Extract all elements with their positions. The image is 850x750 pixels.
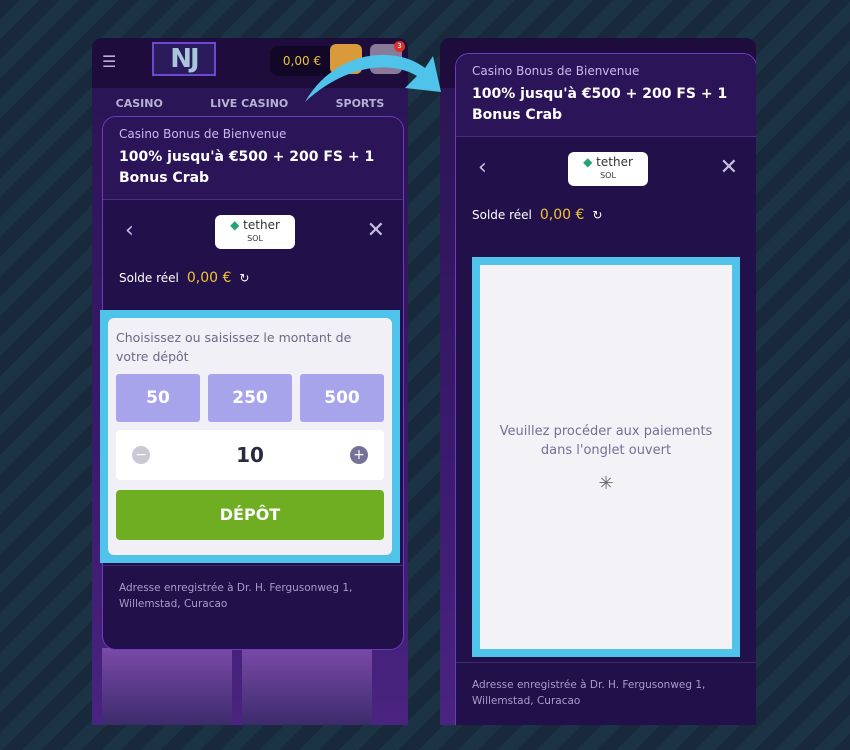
deposit-form: Choisissez ou saisissez le montant de vo… xyxy=(108,318,392,555)
logo[interactable]: NJ xyxy=(152,42,216,76)
solde-label: Solde réel xyxy=(472,208,532,222)
back-chevron-icon[interactable]: ‹ xyxy=(125,218,134,243)
menu-search-icon[interactable]: ☰ xyxy=(102,52,116,71)
payment-iframe: Veuillez procéder aux paiements dans l'o… xyxy=(480,265,732,649)
highlight-box: Veuillez procéder aux paiements dans l'o… xyxy=(472,257,740,657)
arrow-icon xyxy=(305,54,441,102)
solde-label: Solde réel xyxy=(119,271,179,285)
bonus-subtitle: Casino Bonus de Bienvenue xyxy=(119,127,287,141)
close-icon[interactable]: ✕ xyxy=(720,155,738,180)
address-text: Adresse enregistrée à Dr. H. Fergusonweg… xyxy=(456,662,756,723)
amount-500-button[interactable]: 500 xyxy=(300,374,384,422)
loading-spinner-icon: ✳ xyxy=(598,472,614,494)
bonus-title: 100% jusqu'à €500 + 200 FS + 1 Bonus Cra… xyxy=(119,149,375,186)
refresh-icon[interactable]: ↻ xyxy=(592,208,602,222)
back-chevron-icon[interactable]: ‹ xyxy=(478,155,487,180)
refresh-icon[interactable]: ↻ xyxy=(239,271,249,285)
payment-network: SOL xyxy=(600,171,616,180)
amount-value[interactable]: 10 xyxy=(236,443,264,467)
address-text: Adresse enregistrée à Dr. H. Fergusonweg… xyxy=(103,565,403,626)
game-thumbnails xyxy=(102,648,408,725)
close-icon[interactable]: ✕ xyxy=(367,218,385,243)
amount-stepper[interactable]: − 10 + xyxy=(116,430,384,480)
plus-icon[interactable]: + xyxy=(350,446,368,464)
tether-icon: ◆ xyxy=(583,155,593,169)
tab-live-casino[interactable]: LIVE CASINO xyxy=(210,97,288,110)
payment-network: SOL xyxy=(247,234,263,243)
highlight-box: Choisissez ou saisissez le montant de vo… xyxy=(100,310,400,563)
tether-logo: ◆ tether SOL xyxy=(568,152,648,186)
solde-value: 0,00 € xyxy=(186,270,232,286)
bonus-title: 100% jusqu'à €500 + 200 FS + 1 Bonus Cra… xyxy=(472,86,728,123)
amount-50-button[interactable]: 50 xyxy=(116,374,200,422)
deposit-prompt: Choisissez ou saisissez le montant de vo… xyxy=(116,330,352,364)
game-tile[interactable] xyxy=(242,648,372,725)
phone-screen-deposit: ☰ NJ 0,00 € 3 CASINO LIVE CASINO SPORTS … xyxy=(92,38,408,725)
waiting-message: Veuillez procéder aux paiements dans l'o… xyxy=(499,423,713,458)
tether-icon: ◆ xyxy=(230,218,240,232)
phone-screen-waiting: Casino Bonus de Bienvenue 100% jusqu'à €5… xyxy=(440,38,756,725)
tether-logo: ◆ tether SOL xyxy=(215,215,295,249)
payment-method: tether xyxy=(243,218,280,232)
deposit-button[interactable]: DÉPÔT xyxy=(116,490,384,540)
game-tile[interactable] xyxy=(102,648,232,725)
solde-value: 0,00 € xyxy=(539,207,585,223)
amount-250-button[interactable]: 250 xyxy=(208,374,292,422)
tab-casino[interactable]: CASINO xyxy=(116,97,163,110)
payment-method: tether xyxy=(596,155,633,169)
bonus-subtitle: Casino Bonus de Bienvenue xyxy=(472,64,640,78)
minus-icon[interactable]: − xyxy=(132,446,150,464)
